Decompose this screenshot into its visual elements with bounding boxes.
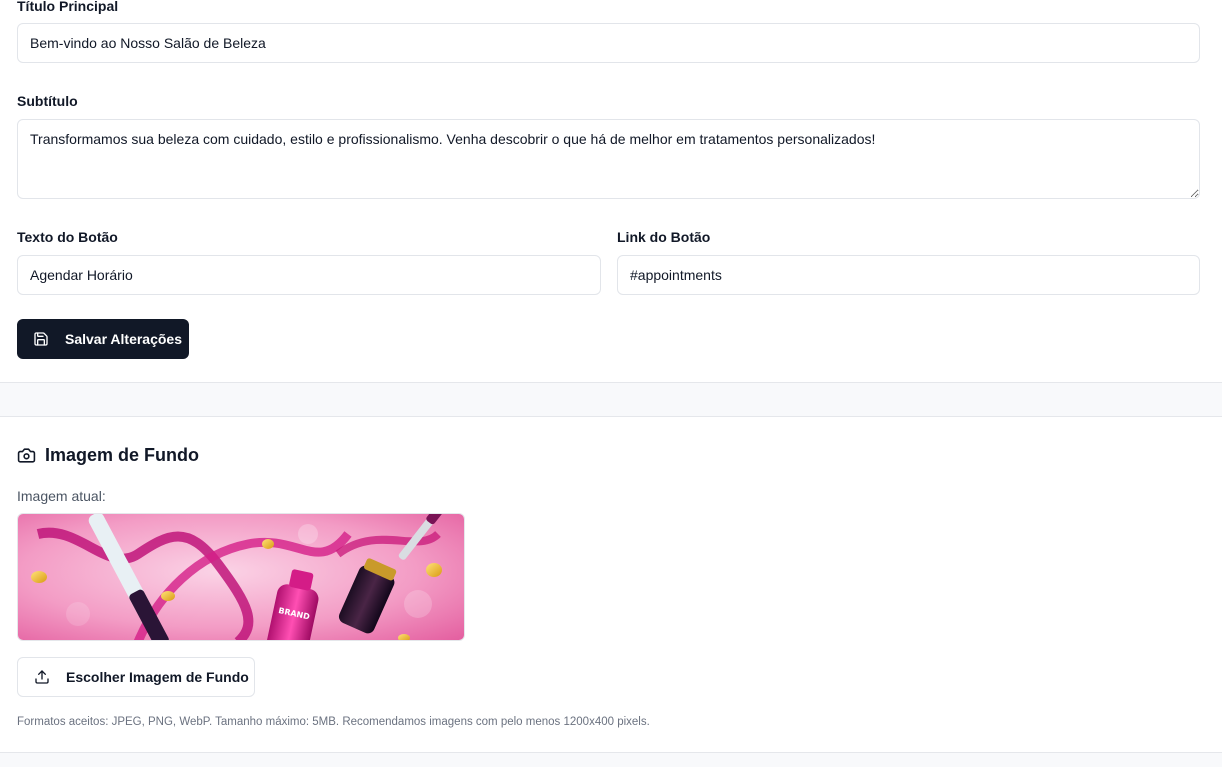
choose-background-image-button[interactable]: Escolher Imagem de Fundo (17, 657, 255, 697)
subtitle-label: Subtítulo (17, 93, 78, 109)
button-text-input[interactable] (17, 255, 601, 295)
upload-help-text: Formatos aceitos: JPEG, PNG, WebP. Taman… (17, 716, 650, 728)
current-image-label: Imagem atual: (17, 488, 106, 504)
save-icon (34, 332, 48, 346)
title-label: Título Principal (17, 0, 119, 14)
background-image-preview: BRAND (18, 514, 464, 640)
button-text-label: Texto do Botão (17, 229, 118, 245)
hero-settings-card: Título Principal Subtítulo Transformamos… (0, 0, 1222, 383)
background-section-heading: Imagem de Fundo (45, 445, 200, 465)
upload-icon (35, 670, 49, 684)
subtitle-textarea[interactable]: Transformamos sua beleza com cuidado, es… (17, 119, 1200, 199)
choose-background-image-label: Escolher Imagem de Fundo (66, 669, 249, 685)
button-link-label: Link do Botão (617, 229, 711, 245)
camera-icon (17, 447, 36, 463)
title-input[interactable] (17, 23, 1200, 63)
background-section-title: Imagem de Fundo (17, 444, 199, 466)
save-button[interactable]: Salvar Alterações (17, 319, 189, 359)
current-background-image: BRAND (17, 513, 465, 641)
button-link-input[interactable] (617, 255, 1200, 295)
save-button-label: Salvar Alterações (65, 331, 182, 347)
